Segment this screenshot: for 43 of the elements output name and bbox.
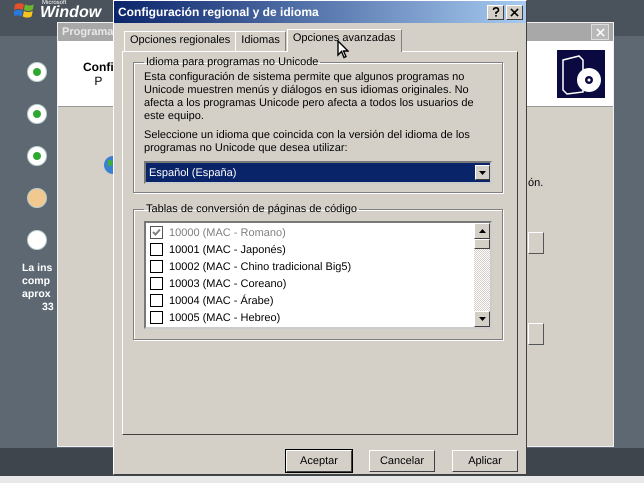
mouse-pointer-icon — [337, 40, 349, 59]
code-page-label: 10002 (MAC - Chino tradicional Big5) — [169, 260, 352, 272]
body-text: ón. — [528, 177, 544, 189]
setup-info-text: La ins — [22, 262, 52, 275]
scrollbar[interactable] — [474, 223, 490, 327]
instruction-text: Seleccione un idioma que coincida con la versión del idioma de los programas no Unicode que desea utilizar: — [144, 129, 471, 155]
dialog-button[interactable]: Aceptar — [286, 450, 352, 472]
scroll-thumb[interactable] — [474, 239, 490, 249]
checkbox[interactable] — [150, 311, 163, 324]
window-title: Programa — [62, 26, 114, 38]
setup-info-text: 33 — [42, 301, 54, 314]
description-text: Esta configuración de sistema permite que algunos programas no Unicode muestren menús y diálogos en sus idiomas originales. No afecta a los programas Unicode pero afecta a todos los usuarios de este equipo. — [144, 71, 475, 123]
dialog-button[interactable]: Cancelar — [369, 450, 435, 472]
close-icon — [596, 28, 604, 36]
setup-info-text: aprox — [22, 288, 51, 301]
code-page-label: 10000 (MAC - Romano) — [169, 226, 286, 238]
tab[interactable]: Idiomas — [235, 31, 286, 51]
close-icon — [510, 8, 519, 16]
window-subheading: P — [94, 74, 102, 88]
setup-info-text: comp — [22, 275, 50, 288]
scroll-up-icon — [478, 229, 486, 233]
button[interactable] — [528, 323, 544, 345]
code-page-label: 10001 (MAC - Japonés) — [169, 244, 286, 256]
button[interactable] — [528, 232, 544, 254]
group-title: Tablas de conversión de páginas de código — [145, 203, 358, 215]
checkbox[interactable] — [150, 243, 163, 256]
scroll-down-icon — [478, 317, 486, 321]
code-page-label: 10004 (MAC - Árabe) — [169, 294, 274, 306]
language-dropdown[interactable]: Español (España) — [144, 161, 492, 184]
checkbox[interactable] — [150, 294, 163, 307]
help-icon — [492, 7, 500, 17]
help-button[interactable] — [487, 4, 504, 20]
window-heading: Confi — [83, 60, 114, 74]
code-page-label: 10005 (MAC - Hebreo) — [169, 312, 280, 324]
tab[interactable]: Opciones regionales — [124, 31, 236, 51]
checkbox[interactable] — [150, 277, 163, 290]
group-title: Idioma para programas no Unicode — [145, 56, 320, 68]
code-page-label: 10003 (MAC - Coreano) — [169, 278, 286, 290]
dialog-title: Configuración regional y de idioma — [118, 5, 319, 19]
checkbox[interactable] — [150, 260, 163, 273]
logo-text: Window — [40, 4, 102, 21]
dialog-button[interactable]: Aplicar — [452, 450, 518, 472]
tab[interactable]: Opciones avanzadas — [286, 29, 402, 52]
